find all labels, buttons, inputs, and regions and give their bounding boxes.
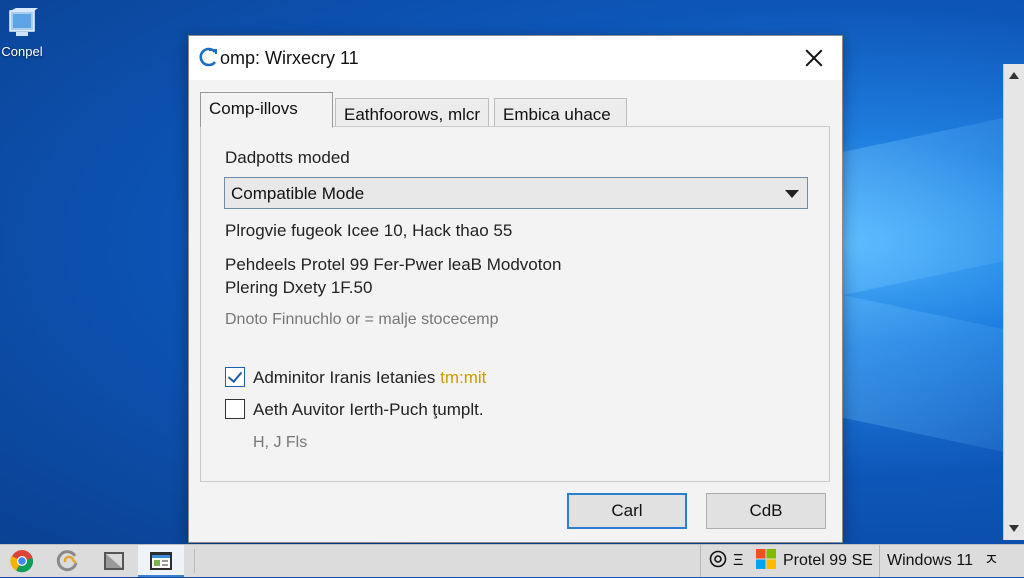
desktop-icon-conpel[interactable]: Conpel [0, 8, 44, 59]
scroll-up-icon[interactable] [1009, 72, 1019, 79]
chrome-icon[interactable] [10, 549, 34, 573]
compatibility-mode-select[interactable]: Compatible Mode [224, 177, 808, 209]
info-line-2: Pehdeels Protel 99 Fer-Pwer leaB Modvoto… [225, 255, 562, 274]
taskbar-separator [194, 549, 195, 573]
tab-third[interactable]: Embica uhace [494, 98, 627, 128]
checkbox-label-accent: tm:mit [440, 368, 487, 387]
edge-icon[interactable] [56, 549, 80, 573]
mode-label: Dadpotts moded [225, 148, 350, 167]
compatibility-dialog: omp: Wirxecry 11 Comp-illovs Eathfoorows… [188, 35, 843, 543]
scroll-down-icon[interactable] [1009, 525, 1019, 532]
desktop-icon-label: Conpel [1, 44, 43, 59]
tray-settings-icon[interactable] [709, 545, 727, 577]
admin-checkbox[interactable] [225, 367, 245, 387]
active-app-slot[interactable] [138, 545, 184, 577]
secondary-button[interactable]: CdB [706, 493, 826, 529]
info-line-1: Plrogvie fugeok Icee 10, Hack thao 55 [225, 221, 513, 240]
primary-button[interactable]: Carl [567, 493, 687, 529]
app-window-icon [149, 549, 173, 573]
muted-info-line: Dnoto Finnuchlo or = malje stocecemp [225, 311, 499, 328]
tab-second[interactable]: Eathfoorows, mlcr [335, 98, 489, 128]
info-line-3: Plering Dxety 1F.50 [225, 278, 373, 297]
close-button[interactable] [791, 40, 835, 76]
admin-checkbox-label: Adminitor Iranis Ietanies tm:mit [253, 368, 486, 388]
title-bar[interactable]: omp: Wirxecry 11 [189, 36, 842, 80]
small-note: H, J Fls [253, 434, 308, 451]
desktop-scrollbar[interactable] [1003, 64, 1024, 540]
chevron-down-icon [785, 190, 799, 198]
app-icon [199, 47, 219, 67]
second-checkbox[interactable] [225, 399, 245, 419]
tray-symbol: Ξ [733, 552, 744, 569]
second-checkbox-label: Aeth Auvitor Ierth-Puch ţumplt. [253, 400, 484, 419]
dialog-title: omp: Wirxecry 11 [220, 48, 359, 68]
select-value: Compatible Mode [231, 184, 365, 203]
checkbox-label-text: Adminitor Iranis Ietanies [253, 368, 436, 387]
windows-logo-icon[interactable] [755, 545, 777, 577]
taskbar: Ξ Protel 99 SE Windows 11 ㅈ [0, 544, 1024, 577]
tray-os-label: Windows 11 [887, 552, 973, 569]
file-explorer-icon[interactable] [102, 549, 126, 573]
computer-icon [6, 8, 38, 40]
tab-compatibility[interactable]: Comp-illovs [200, 92, 333, 128]
tray-chevron[interactable]: ㅈ [984, 545, 999, 577]
tray-app-label[interactable]: Protel 99 SE [783, 545, 873, 577]
